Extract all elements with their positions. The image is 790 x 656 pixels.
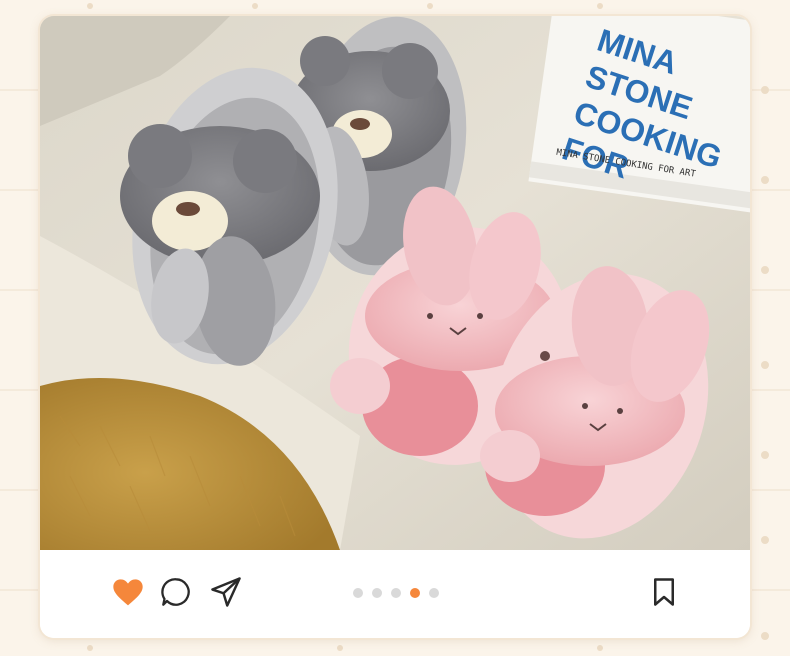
pagination-dot-5[interactable] [429, 588, 439, 598]
product-photo[interactable]: MINA STONE COOKING FOR MINA STONE COOKIN… [40, 16, 750, 550]
bookmark-icon [654, 578, 674, 606]
comment-icon [161, 578, 190, 606]
send-icon [211, 577, 241, 607]
heart-icon [113, 579, 143, 606]
share-button[interactable] [206, 572, 246, 612]
pagination-dot-2[interactable] [372, 588, 382, 598]
post-action-bar [40, 550, 750, 638]
pagination-dot-3[interactable] [391, 588, 401, 598]
pagination-dot-1[interactable] [353, 588, 363, 598]
like-button[interactable] [108, 572, 148, 612]
post-card: MINA STONE COOKING FOR MINA STONE COOKIN… [40, 16, 750, 638]
bookmark-button[interactable] [644, 572, 684, 612]
pagination-dot-4[interactable] [410, 588, 420, 598]
carousel-pagination [353, 588, 439, 598]
comment-button[interactable] [156, 572, 196, 612]
